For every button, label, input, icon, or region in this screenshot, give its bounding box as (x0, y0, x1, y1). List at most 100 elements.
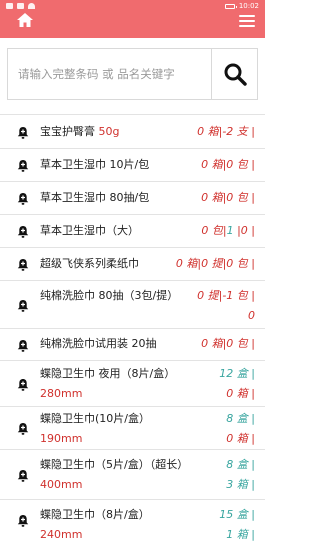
stock-value: 0 箱 (201, 158, 223, 171)
list-item[interactable]: 纯棉洗脸巾试用装 20抽 0 箱|0 包 | (0, 328, 265, 360)
hamburger-menu-icon (239, 15, 255, 17)
product-name: 草本卫生湿巾 10片/包 (40, 155, 149, 175)
product-name: 蝶隐卫生巾 夜用（8片/盒） 280mm (40, 364, 190, 404)
stock-value: 0 箱 (201, 337, 223, 350)
stock-value: | (247, 367, 255, 380)
product-name-text: 纯棉洗脸巾试用装 20抽 (40, 337, 157, 350)
product-name-text: 蝶隐卫生巾（8片/盒） (40, 508, 150, 521)
product-name: 草本卫生湿巾 80抽/包 (40, 188, 149, 208)
bell-plus-icon[interactable] (16, 191, 30, 205)
bell-plus-icon[interactable] (16, 125, 30, 139)
stock-value: | (247, 412, 255, 425)
stock-value: 0 箱 (226, 432, 248, 445)
list-item[interactable]: 超级飞侠系列柔纸巾 0 箱|0 提|0 包 | (0, 247, 265, 280)
stock-value: 0 包 (226, 191, 248, 204)
product-name: 超级飞侠系列柔纸巾 (40, 254, 139, 274)
stock-info: 0 箱|0 包 | (201, 155, 255, 175)
product-spec: 240mm (40, 528, 83, 541)
bell-plus-icon[interactable] (16, 298, 30, 312)
stock-info: 0 包|1 |0 | (201, 221, 255, 241)
stock-info: 0 箱|-2 支 | (197, 122, 255, 142)
stock-value: | (247, 432, 255, 445)
product-spec: 400mm (40, 478, 83, 491)
list-item[interactable]: 宝宝护臀膏 50g 0 箱|-2 支 | (0, 114, 265, 148)
product-name: 纯棉洗脸巾 80抽（3包/提） (40, 286, 190, 306)
bell-plus-icon[interactable] (16, 224, 30, 238)
list-item[interactable]: 纯棉洗脸巾 80抽（3包/提） 0 提|-1 包 | 0 (0, 280, 265, 328)
stock-info: 8 盒 | 0 箱 | (226, 409, 255, 449)
product-name-text: 草本卫生湿巾 10片/包 (40, 158, 150, 171)
stock-value: 0 (248, 309, 255, 322)
menu-button[interactable] (239, 15, 255, 27)
stock-info: 8 盒 | 3 箱 | (226, 455, 255, 495)
product-name: 蝶隐卫生巾（5片/盒）（超长） 400mm (40, 455, 190, 495)
search-bar (7, 48, 258, 100)
stock-value: | (247, 224, 255, 237)
wifi-icon (28, 3, 35, 9)
stock-value: 3 箱 (226, 478, 248, 491)
product-name: 蝶隐卫生巾（8片/盒） 240mm (40, 505, 190, 545)
stock-value: 12 盒 (219, 367, 248, 380)
stock-info: 0 提|-1 包 | 0 (197, 286, 255, 326)
product-name: 草本卫生湿巾（大） (40, 221, 139, 241)
bell-plus-icon[interactable] (16, 468, 30, 482)
bell-plus-icon[interactable] (16, 257, 30, 271)
stock-value: 1 (226, 224, 234, 237)
stock-value: 0 箱 (175, 257, 198, 270)
stock-value: | (247, 257, 255, 270)
bell-plus-icon[interactable] (16, 421, 30, 435)
product-name-text: 草本卫生湿巾（大） (40, 224, 139, 237)
list-item[interactable]: 草本卫生湿巾（大） 0 包|1 |0 | (0, 214, 265, 247)
stock-value: 0 箱 (197, 125, 219, 138)
bell-plus-icon[interactable] (16, 158, 30, 172)
stock-value: 0 箱 (226, 387, 248, 400)
bell-plus-icon[interactable] (16, 513, 30, 527)
product-name: 蝶隐卫生巾(10片/盒） 190mm (40, 409, 190, 449)
home-button[interactable] (16, 12, 34, 28)
stock-value: 0 包 (226, 158, 248, 171)
product-name: 纯棉洗脸巾试用装 20抽 (40, 334, 157, 354)
stock-value: | (247, 125, 255, 138)
product-name-text: 蝶隐卫生巾(10片/盒） (40, 412, 150, 425)
search-button[interactable] (211, 49, 257, 99)
product-name-text: 蝶隐卫生巾 夜用（8片/盒） (40, 367, 176, 380)
stock-value: | (247, 528, 255, 541)
stock-info: 0 箱|0 包 | (201, 188, 255, 208)
stock-value: 0 包 (226, 337, 248, 350)
list-item[interactable]: 蝶隐卫生巾（5片/盒）（超长） 400mm 8 盒 | 3 箱 | (0, 449, 265, 499)
stock-value: | (247, 289, 255, 302)
status-bar: 10:02 (0, 0, 265, 12)
bell-plus-icon[interactable] (16, 338, 30, 352)
stock-value: 1 箱 (226, 528, 248, 541)
stock-value: | (233, 224, 241, 237)
clock: 10:02 (238, 2, 259, 10)
stock-value: | (247, 337, 255, 350)
signal-icon (17, 3, 24, 9)
battery-icon (224, 3, 237, 9)
signal-icon (6, 3, 13, 9)
stock-value: 15 盒 (219, 508, 248, 521)
bell-plus-icon[interactable] (16, 377, 30, 391)
list-item[interactable]: 蝶隐卫生巾 夜用（8片/盒） 280mm 12 盒 | 0 箱 | (0, 360, 265, 406)
status-right: 10:02 (224, 0, 259, 12)
product-spec: 190mm (40, 432, 83, 445)
stock-value: | (247, 191, 255, 204)
list-item[interactable]: 草本卫生湿巾 10片/包 0 箱|0 包 | (0, 148, 265, 181)
stock-value: 8 盒 (226, 458, 248, 471)
stock-value: | (247, 158, 255, 171)
list-item[interactable]: 草本卫生湿巾 80抽/包 0 箱|0 包 | (0, 181, 265, 214)
stock-value: | (247, 508, 255, 521)
list-item[interactable]: 蝶隐卫生巾（8片/盒） 240mm 15 盒 | 1 箱 | (0, 499, 265, 541)
list-item[interactable]: 蝶隐卫生巾(10片/盒） 190mm 8 盒 | 0 箱 | (0, 406, 265, 449)
menu-line (239, 25, 255, 27)
status-icons (6, 1, 35, 11)
stock-value: 0 包 (201, 224, 223, 237)
product-name-text: 宝宝护臀膏 (40, 125, 99, 138)
stock-info: 0 箱|0 包 | (201, 334, 255, 354)
stock-value: | (247, 387, 255, 400)
product-list: 宝宝护臀膏 50g 0 箱|-2 支 | 草本卫生湿巾 10片/包 0 箱|0 包 |… (0, 114, 265, 541)
stock-info: 15 盒 | 1 箱 | (219, 505, 255, 545)
stock-value: 0 包 (226, 257, 248, 270)
search-input[interactable] (8, 49, 213, 99)
stock-value: 8 盒 (226, 412, 248, 425)
